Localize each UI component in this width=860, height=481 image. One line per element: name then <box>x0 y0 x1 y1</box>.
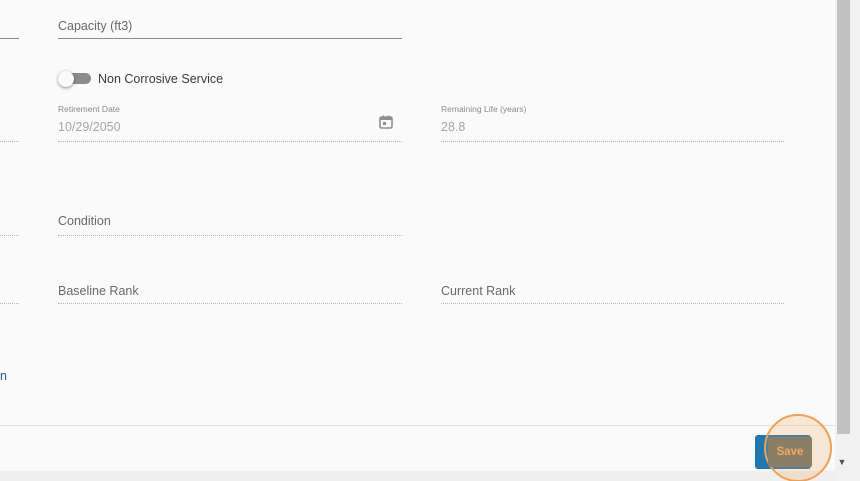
left-field-underline <box>0 303 19 304</box>
scroll-down-arrow-icon[interactable]: ▼ <box>836 456 848 468</box>
condition-underline <box>58 235 402 236</box>
retirement-date-field[interactable]: 10/29/2050 <box>58 120 121 134</box>
non-corrosive-label: Non Corrosive Service <box>98 72 224 86</box>
current-rank-field[interactable]: Current Rank <box>441 284 515 298</box>
condition-field[interactable]: Condition <box>58 214 111 228</box>
remaining-life-label: Remaining Life (years) <box>441 104 527 114</box>
baseline-rank-field[interactable]: Baseline Rank <box>58 284 139 298</box>
non-corrosive-toggle[interactable] <box>58 71 92 87</box>
left-field-underline <box>0 235 19 236</box>
capacity-field-underline <box>58 38 402 39</box>
toggle-knob <box>58 71 74 87</box>
left-field-underline <box>0 38 19 39</box>
retirement-date-label: Retirement Date <box>58 104 120 114</box>
form-panel: Capacity (ft3) Non Corrosive Service Ret… <box>0 0 835 425</box>
current-rank-underline <box>441 303 784 304</box>
left-edge-link-text[interactable]: n <box>0 369 7 383</box>
dialog-footer <box>0 425 835 471</box>
retirement-date-underline <box>58 141 402 142</box>
baseline-rank-underline <box>58 303 402 304</box>
bottom-strip <box>0 471 835 481</box>
left-field-underline <box>0 141 19 142</box>
remaining-life-underline <box>441 141 784 142</box>
remaining-life-field: 28.8 <box>441 120 466 134</box>
scrollbar-thumb[interactable] <box>837 0 850 434</box>
save-button-label[interactable]: Save <box>768 437 812 467</box>
capacity-field[interactable]: Capacity (ft3) <box>58 19 132 33</box>
calendar-icon[interactable] <box>378 114 394 130</box>
